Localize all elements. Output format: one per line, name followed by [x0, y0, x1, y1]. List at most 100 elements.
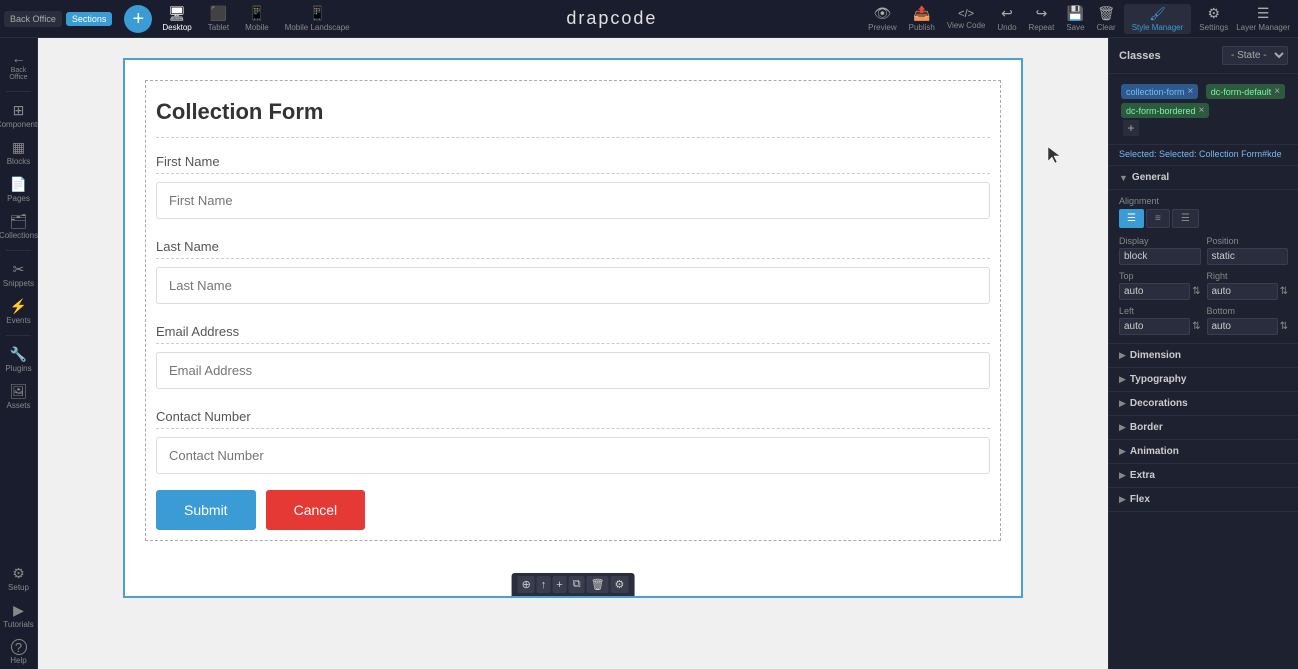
toolbar-target-button[interactable]: ⊕	[518, 576, 535, 593]
left-spinner[interactable]: ⇅	[1192, 321, 1200, 332]
right-input-group: ⇅	[1207, 283, 1289, 300]
extra-section-toggle[interactable]: Extra	[1109, 464, 1298, 488]
form-container[interactable]: Collection Form First Name Last Name	[145, 80, 1001, 541]
toolbar-copy-button[interactable]: ⧉	[569, 576, 585, 593]
canvas-wrapper: Collection Form First Name Last Name	[38, 38, 1108, 669]
action-buttons: 👁 Preview 📤 Publish </> View Code ↩ Undo…	[868, 5, 1116, 32]
plugins-label: Plugins	[5, 364, 31, 373]
form-field-lastname-header: Last Name	[156, 235, 990, 259]
top-bar-left: Back Office Sections	[0, 11, 112, 27]
form-input-email[interactable]	[156, 352, 990, 389]
class-tag-dc-form-bordered[interactable]: dc-form-bordered ×	[1121, 103, 1209, 118]
sidebar-item-help[interactable]: ? Help	[0, 635, 37, 669]
events-icon: ⚡	[10, 298, 27, 315]
repeat-button[interactable]: ↪ Repeat	[1029, 5, 1055, 32]
class-tag-remove-2[interactable]: ×	[1274, 86, 1280, 97]
save-button[interactable]: 💾 Save	[1066, 5, 1084, 32]
general-section-toggle[interactable]: General	[1109, 166, 1298, 190]
sidebar-divider-3	[6, 335, 32, 336]
repeat-icon: ↪	[1036, 5, 1048, 22]
undo-label: Undo	[997, 23, 1016, 32]
sidebar-back-office-label: Back Office	[2, 67, 35, 81]
device-tab-tablet[interactable]: ⬛ Tablet	[202, 3, 235, 34]
align-center-button[interactable]: ≡	[1146, 209, 1170, 228]
class-tag-remove-3[interactable]: ×	[1199, 105, 1205, 116]
top-spinner[interactable]: ⇅	[1192, 286, 1200, 297]
flex-section-toggle[interactable]: Flex	[1109, 488, 1298, 512]
toolbar-up-button[interactable]: ↑	[537, 576, 551, 593]
toolbar-delete-button[interactable]: 🗑	[587, 576, 609, 593]
undo-button[interactable]: ↩ Undo	[997, 5, 1016, 32]
bottom-spinner[interactable]: ⇅	[1280, 321, 1288, 332]
typography-section-toggle[interactable]: Typography	[1109, 368, 1298, 392]
form-input-lastname[interactable]	[156, 267, 990, 304]
right-input[interactable]	[1207, 283, 1278, 300]
sidebar-item-events[interactable]: ⚡ Events	[0, 294, 37, 329]
sidebar-item-assets[interactable]: 🖼 Assets	[0, 379, 37, 414]
clear-button[interactable]: 🗑 Clear	[1097, 5, 1116, 32]
dimension-section-toggle[interactable]: Dimension	[1109, 344, 1298, 368]
decorations-section-toggle[interactable]: Decorations	[1109, 392, 1298, 416]
sidebar-item-back-office[interactable]: ← Back Office	[0, 46, 37, 85]
preview-button[interactable]: 👁 Preview	[868, 5, 896, 32]
form-input-contact[interactable]	[156, 437, 990, 474]
top-input[interactable]	[1119, 283, 1190, 300]
sidebar-item-pages[interactable]: 📄 Pages	[0, 172, 37, 207]
form-input-firstname[interactable]	[156, 182, 990, 219]
publish-button[interactable]: 📤 Publish	[909, 5, 935, 32]
setup-icon: ⚙	[12, 565, 25, 582]
layer-manager-button[interactable]: ☰ Layer Manager	[1236, 5, 1290, 32]
canvas-area[interactable]: Collection Form First Name Last Name	[38, 38, 1108, 669]
class-tag-dc-form-default[interactable]: dc-form-default ×	[1206, 84, 1285, 99]
bottom-input-group: ⇅	[1207, 318, 1289, 335]
sections-badge[interactable]: Sections	[66, 12, 113, 26]
layer-manager-label: Layer Manager	[1236, 23, 1290, 32]
settings-button[interactable]: ⚙ Settings	[1199, 5, 1228, 32]
left-input-group: ⇅	[1119, 318, 1201, 335]
device-tab-mobile[interactable]: 📱 Mobile	[239, 3, 275, 34]
sidebar-item-tutorials[interactable]: ▶ Tutorials	[0, 598, 37, 633]
style-manager-button[interactable]: 🖌 Style Manager	[1124, 4, 1192, 34]
add-section-button[interactable]: +	[124, 5, 152, 33]
border-section-title: Border	[1130, 422, 1163, 433]
display-label: Display	[1119, 236, 1201, 246]
section-container[interactable]: Collection Form First Name Last Name	[123, 58, 1023, 598]
extra-section-title: Extra	[1130, 470, 1155, 481]
tutorials-icon: ▶	[13, 602, 24, 619]
undo-icon: ↩	[1001, 5, 1013, 22]
border-section-toggle[interactable]: Border	[1109, 416, 1298, 440]
display-select[interactable]: block	[1119, 248, 1201, 265]
align-left-button[interactable]: ☰	[1119, 209, 1144, 228]
sidebar-item-setup[interactable]: ⚙ Setup	[0, 561, 37, 596]
device-tab-landscape[interactable]: 📱 Mobile Landscape	[279, 3, 356, 34]
class-tag-collection-form[interactable]: collection-form ×	[1121, 84, 1198, 99]
alignment-buttons: ☰ ≡ ☰	[1119, 209, 1288, 228]
bottom-input[interactable]	[1207, 318, 1278, 335]
toolbar-add-button[interactable]: +	[552, 576, 566, 593]
logo: drapcode	[566, 8, 657, 29]
back-office-button[interactable]: Back Office	[4, 11, 62, 27]
cancel-button[interactable]: Cancel	[266, 490, 366, 530]
sidebar-item-components[interactable]: ⊞ Components	[0, 98, 37, 133]
animation-section-toggle[interactable]: Animation	[1109, 440, 1298, 464]
save-label: Save	[1066, 23, 1084, 32]
add-class-button[interactable]: +	[1123, 120, 1139, 136]
view-code-button[interactable]: </> View Code	[947, 8, 986, 30]
snippets-icon: ✂	[13, 261, 25, 278]
save-icon: 💾	[1067, 5, 1084, 22]
position-select[interactable]: static	[1207, 248, 1289, 265]
sidebar-item-snippets[interactable]: ✂ Snippets	[0, 257, 37, 292]
align-right-button[interactable]: ☰	[1172, 209, 1199, 228]
toolbar-gear-button[interactable]: ⚙	[611, 576, 629, 593]
right-spinner[interactable]: ⇅	[1280, 286, 1288, 297]
device-tab-desktop[interactable]: 🖥 Desktop	[156, 3, 197, 34]
state-dropdown[interactable]: - State -	[1222, 46, 1288, 65]
sidebar-item-plugins[interactable]: 🔧 Plugins	[0, 342, 37, 377]
selected-info: Selected: Selected: Collection Form#kde	[1109, 145, 1298, 166]
collections-icon: 🗂	[10, 213, 28, 230]
class-tag-remove-1[interactable]: ×	[1188, 86, 1194, 97]
sidebar-item-blocks[interactable]: ▦ Blocks	[0, 135, 37, 170]
left-input[interactable]	[1119, 318, 1190, 335]
sidebar-item-collections[interactable]: 🗂 Collections	[0, 209, 37, 244]
submit-button[interactable]: Submit	[156, 490, 256, 530]
